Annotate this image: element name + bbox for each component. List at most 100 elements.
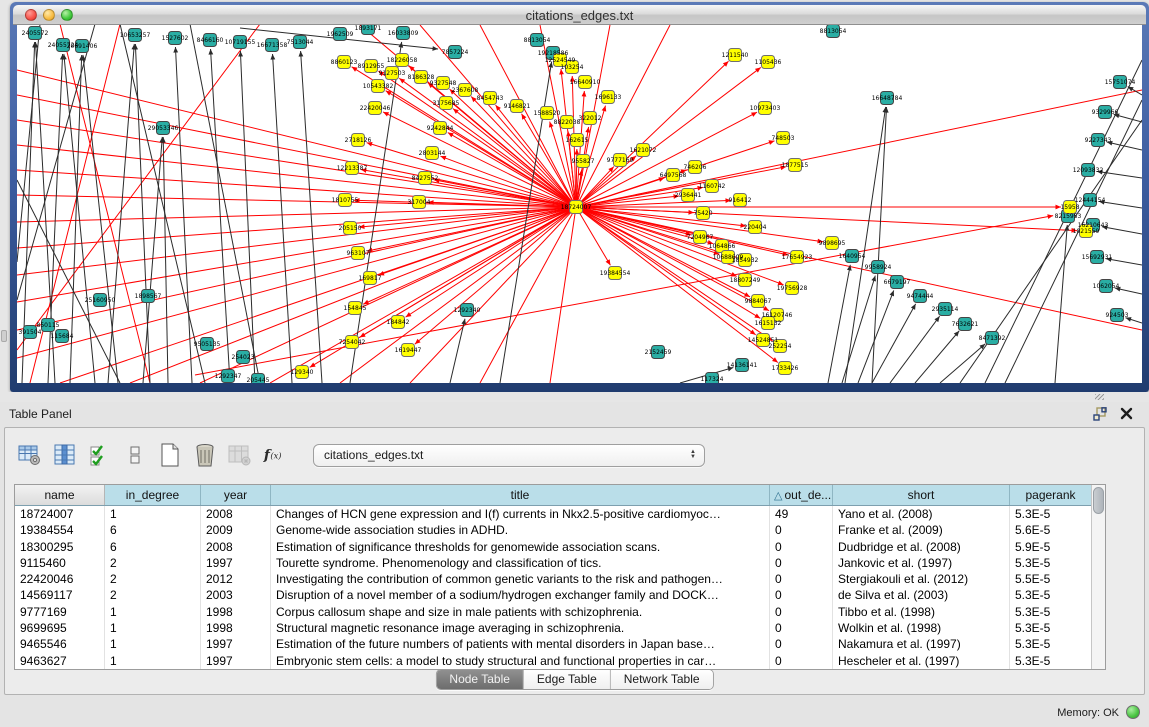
column-header-year[interactable]: year bbox=[201, 485, 271, 505]
table-row[interactable]: 946554611997Estimation of the future num… bbox=[15, 636, 1105, 652]
node-label: 9242844 bbox=[427, 125, 454, 132]
table-cell: 5.3E-5 bbox=[1010, 636, 1092, 652]
tab-node-table[interactable]: Node Table bbox=[436, 670, 524, 689]
node-label: 8215953 bbox=[1055, 213, 1082, 220]
table-cell: 14569117 bbox=[15, 587, 105, 603]
node-label: 220404 bbox=[744, 224, 767, 231]
delete-icon[interactable] bbox=[192, 442, 218, 468]
table-row[interactable]: 911546021997Tourette syndrome. Phenomeno… bbox=[15, 555, 1105, 571]
column-header-in_degree[interactable]: in_degree bbox=[105, 485, 201, 505]
table-cell: 9699695 bbox=[15, 620, 105, 636]
column-header-pagerank[interactable]: pagerank bbox=[1010, 485, 1092, 505]
node-label: 8860123 bbox=[331, 59, 358, 66]
table-panel: Table Panel bbox=[0, 402, 1149, 699]
node-label: 1962509 bbox=[327, 31, 354, 38]
table-panel-body: f (x) citations_edges.txt ▲▼ namein_degr… bbox=[4, 427, 1145, 695]
column-header-short[interactable]: short bbox=[833, 485, 1010, 505]
table-cell: de Silva et al. (2003) bbox=[833, 587, 1010, 603]
node-label: 7204967 bbox=[687, 234, 714, 241]
table-panel-title: Table Panel bbox=[9, 407, 72, 421]
node-label: 1615132 bbox=[755, 320, 782, 327]
table-panel-header: Table Panel bbox=[0, 402, 1149, 426]
table-cell: 6 bbox=[105, 522, 201, 538]
table-cell: 5.6E-5 bbox=[1010, 522, 1092, 538]
table-row[interactable]: 1830029562008Estimation of significance … bbox=[15, 539, 1105, 555]
node-label: 1877515 bbox=[782, 162, 809, 169]
table-cell: Jankovic et al. (1997) bbox=[833, 555, 1010, 571]
table-scrollbar-thumb[interactable] bbox=[1093, 487, 1104, 514]
function-builder-icon[interactable]: f (x) bbox=[262, 442, 288, 468]
node-label: 6497568 bbox=[660, 172, 687, 179]
status-bar: Memory: OK bbox=[0, 699, 1149, 727]
table-cell: 19384554 bbox=[15, 522, 105, 538]
node-label: 17654923 bbox=[782, 254, 813, 261]
tab-network-table[interactable]: Network Table bbox=[611, 670, 713, 689]
node-label: 391504 bbox=[19, 329, 42, 336]
window-titlebar[interactable]: citations_edges.txt bbox=[13, 5, 1146, 25]
node-label: 16120746 bbox=[762, 312, 793, 319]
node-label: 19218586 bbox=[538, 50, 569, 57]
node-label: 16640910 bbox=[570, 79, 601, 86]
table-row[interactable]: 1938455462009Genome-wide association stu… bbox=[15, 522, 1105, 538]
table-cell: Tibbo et al. (1998) bbox=[833, 604, 1010, 620]
table-row[interactable]: 946362711997Embryonic stem cells: a mode… bbox=[15, 653, 1105, 669]
dropdown-stepper-icon: ▲▼ bbox=[686, 450, 704, 460]
table-row[interactable]: 969969511998Structural magnetic resonanc… bbox=[15, 620, 1105, 636]
column-header-title[interactable]: title bbox=[271, 485, 770, 505]
row-height-icon[interactable] bbox=[122, 442, 148, 468]
table-cell: 6 bbox=[105, 539, 201, 555]
left-panel-resize-grip[interactable] bbox=[1, 330, 7, 342]
table-row[interactable]: 2242004622012Investigating the contribut… bbox=[15, 571, 1105, 587]
table-cell: 18724007 bbox=[15, 506, 105, 522]
node-label: 746206 bbox=[684, 164, 707, 171]
tab-edge-table[interactable]: Edge Table bbox=[524, 670, 611, 689]
table-selector-dropdown[interactable]: citations_edges.txt ▲▼ bbox=[313, 444, 705, 467]
table-toolbar: f (x) citations_edges.txt ▲▼ bbox=[17, 440, 705, 470]
divider-grip[interactable] bbox=[1095, 394, 1104, 400]
table-row[interactable]: 1872400712008Changes of HCN gene express… bbox=[15, 506, 1105, 522]
table-cell: 2 bbox=[105, 555, 201, 571]
node-label: 9777169 bbox=[607, 157, 634, 164]
table-row[interactable]: 977716911998Corpus callosum shape and si… bbox=[15, 604, 1105, 620]
node-label: 317004 bbox=[408, 199, 431, 206]
delete-table-icon[interactable] bbox=[227, 442, 253, 468]
network-canvas[interactable]: 2405572240557242069140610653257152760284… bbox=[17, 25, 1142, 383]
table-cell: 2009 bbox=[201, 522, 271, 538]
panel-divider[interactable] bbox=[0, 392, 1149, 402]
node-label: 9329966 bbox=[1092, 109, 1119, 116]
table-settings-icon[interactable] bbox=[17, 442, 43, 468]
node-label: 9227343 bbox=[1085, 137, 1112, 144]
node-label: 8454743 bbox=[477, 95, 504, 102]
table-cell: 9463627 bbox=[15, 653, 105, 669]
node-label: 1621072 bbox=[630, 147, 657, 154]
table-cell: 1 bbox=[105, 506, 201, 522]
table-cell: 0 bbox=[770, 653, 833, 669]
table-row[interactable]: 1456911722003Disruption of a novel membe… bbox=[15, 587, 1105, 603]
table-scrollbar[interactable] bbox=[1091, 485, 1105, 669]
node-label: 19756928 bbox=[777, 285, 808, 292]
column-header-name[interactable]: name bbox=[15, 485, 105, 505]
table-cell: 1 bbox=[105, 604, 201, 620]
node-label: 322012 bbox=[579, 115, 602, 122]
table-cell: 2008 bbox=[201, 539, 271, 555]
table-cell: 22420046 bbox=[15, 571, 105, 587]
node-label: 916412 bbox=[729, 197, 752, 204]
close-panel-icon[interactable] bbox=[1120, 407, 1133, 420]
node-label: 2936441 bbox=[675, 192, 702, 199]
new-table-icon[interactable] bbox=[157, 442, 183, 468]
memory-status-indicator[interactable] bbox=[1126, 705, 1140, 719]
node-label: 1211540 bbox=[722, 52, 749, 59]
float-window-icon[interactable] bbox=[1093, 407, 1107, 421]
node-label: 12524549 bbox=[545, 57, 576, 64]
column-header-out_de[interactable]: △out_de... bbox=[770, 485, 833, 505]
node-label: 18724007 bbox=[561, 204, 592, 211]
network-graph[interactable]: 2405572240557242069140610653257152760284… bbox=[17, 25, 1142, 383]
table-cell: 1997 bbox=[201, 653, 271, 669]
node-label: 9127503 bbox=[379, 70, 406, 77]
node-label: 75420 bbox=[693, 210, 712, 217]
table-cell: Changes of HCN gene expression and I(f) … bbox=[271, 506, 770, 522]
select-rows-icon[interactable] bbox=[87, 442, 113, 468]
table-cell: 2008 bbox=[201, 506, 271, 522]
column-select-icon[interactable] bbox=[52, 442, 78, 468]
node-label: 10719155 bbox=[225, 39, 256, 46]
